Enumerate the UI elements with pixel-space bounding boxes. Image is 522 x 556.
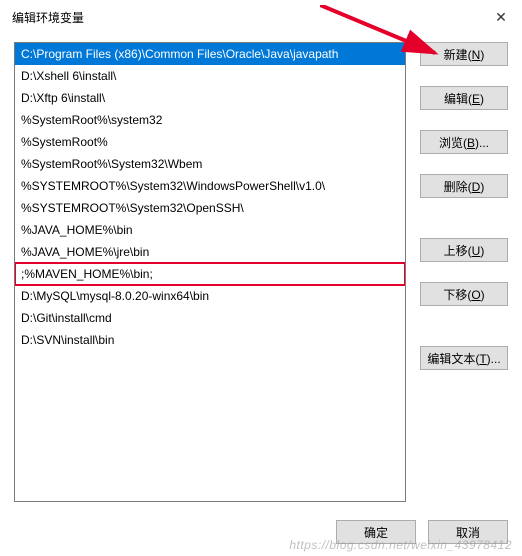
watermark: https://blog.csdn.net/weixin_43978412 — [289, 538, 512, 552]
list-item[interactable]: %JAVA_HOME%\bin — [15, 219, 405, 241]
browse-button[interactable]: 浏览(B)... — [420, 130, 508, 154]
list-item[interactable]: %JAVA_HOME%\jre\bin — [15, 241, 405, 263]
new-button[interactable]: 新建(N) — [420, 42, 508, 66]
close-icon[interactable]: ✕ — [492, 8, 510, 26]
edit-button[interactable]: 编辑(E) — [420, 86, 508, 110]
list-item[interactable]: D:\SVN\install\bin — [15, 329, 405, 351]
list-item[interactable]: %SystemRoot%\system32 — [15, 109, 405, 131]
list-item[interactable]: D:\Xshell 6\install\ — [15, 65, 405, 87]
list-item[interactable]: %SYSTEMROOT%\System32\WindowsPowerShell\… — [15, 175, 405, 197]
edit-text-button[interactable]: 编辑文本(T)... — [420, 346, 508, 370]
move-down-button[interactable]: 下移(O) — [420, 282, 508, 306]
move-up-button[interactable]: 上移(U) — [420, 238, 508, 262]
list-item[interactable]: D:\Git\install\cmd — [15, 307, 405, 329]
list-item[interactable]: %SYSTEMROOT%\System32\OpenSSH\ — [15, 197, 405, 219]
list-item[interactable]: D:\Xftp 6\install\ — [15, 87, 405, 109]
dialog-title: 编辑环境变量 — [12, 9, 84, 26]
list-item[interactable]: D:\MySQL\mysql-8.0.20-winx64\bin — [15, 285, 405, 307]
path-listbox[interactable]: C:\Program Files (x86)\Common Files\Orac… — [14, 42, 406, 502]
list-item[interactable]: %SystemRoot%\System32\Wbem — [15, 153, 405, 175]
delete-button[interactable]: 删除(D) — [420, 174, 508, 198]
list-item[interactable]: ;%MAVEN_HOME%\bin; — [14, 262, 406, 286]
list-item[interactable]: C:\Program Files (x86)\Common Files\Orac… — [15, 43, 405, 65]
list-item[interactable]: %SystemRoot% — [15, 131, 405, 153]
